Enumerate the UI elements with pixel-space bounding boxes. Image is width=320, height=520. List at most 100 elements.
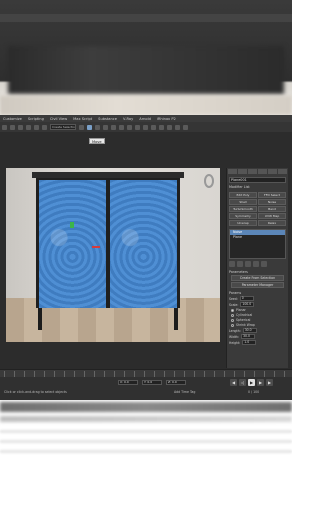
x-coordinate-field[interactable]: X: 0.0 — [118, 380, 138, 385]
mirror-icon[interactable] — [127, 124, 132, 130]
tab-utilities[interactable] — [278, 169, 287, 174]
blurred-line-1 — [0, 430, 292, 433]
radio-dot-spherical[interactable] — [231, 318, 234, 322]
tab-hierarchy[interactable] — [248, 169, 257, 174]
stack-item-plane[interactable]: Plane — [230, 235, 285, 240]
play-reverse-icon[interactable]: ◁ — [239, 379, 246, 386]
blurred-viewport-ghost — [8, 46, 284, 94]
blurred-bottom-strip — [0, 416, 292, 422]
tab-modify[interactable] — [238, 169, 247, 174]
make-unique-icon[interactable] — [245, 261, 251, 267]
modifier-button-uvw-map[interactable]: UVW Map — [258, 213, 286, 219]
blurred-background-top — [0, 0, 292, 115]
perspective-viewport[interactable] — [6, 168, 220, 342]
selection-filter-icon[interactable] — [42, 124, 47, 130]
stack-tools-row — [229, 261, 286, 267]
blurred-background-bottom — [0, 400, 292, 520]
move-gizmo-x-axis[interactable] — [92, 246, 100, 248]
modifier-list-dropdown[interactable]: Modifier List — [229, 185, 286, 190]
snap-icon[interactable] — [111, 124, 116, 130]
height-input[interactable]: 1.0 — [242, 340, 257, 345]
object-name-field[interactable]: Plane001 — [229, 177, 286, 183]
move-icon[interactable] — [87, 124, 92, 130]
move-tooltip: Move — [89, 138, 105, 144]
modifier-button-ffd-select[interactable]: FFD Select — [258, 192, 286, 198]
scale-input[interactable]: 100.0 — [240, 302, 255, 307]
status-line: Click or click-and-drag to select object… — [4, 390, 67, 394]
remove-modifier-icon[interactable] — [253, 261, 259, 267]
radio-dot-shrink-wrap[interactable] — [231, 323, 234, 327]
cabinet-door-right[interactable] — [110, 180, 177, 308]
menu-item-irhinox[interactable]: iRhinox P2 — [157, 117, 176, 121]
next-frame-icon[interactable]: ▶ — [257, 379, 264, 386]
menu-item-substance[interactable]: Substance — [98, 117, 117, 121]
length-input[interactable]: 30.0 — [242, 328, 257, 333]
render-frame-icon[interactable] — [175, 124, 180, 130]
curve-editor-icon[interactable] — [151, 124, 156, 130]
render-icon[interactable] — [183, 124, 188, 130]
render-setup-icon[interactable] — [167, 124, 172, 130]
undo-icon[interactable] — [2, 124, 7, 130]
seed-input[interactable]: 0 — [239, 296, 254, 301]
angle-snap-icon[interactable] — [119, 124, 124, 130]
create-from-selection-button[interactable]: Create From Selection — [231, 275, 284, 281]
menu-item-vray[interactable]: V-Ray — [123, 117, 133, 121]
rotate-icon[interactable] — [95, 124, 100, 130]
scale-label: Scale: — [229, 302, 239, 307]
move-gizmo-y-axis[interactable] — [70, 222, 74, 228]
play-icon[interactable]: ▶ — [248, 379, 255, 386]
radio-dot-planar[interactable] — [231, 308, 234, 312]
material-editor-icon[interactable] — [159, 124, 164, 130]
blurred-floor-ghost — [0, 96, 292, 115]
show-end-result-icon[interactable] — [237, 261, 243, 267]
bind-space-warp-icon[interactable] — [34, 124, 39, 130]
modifier-button-bend[interactable]: Bend — [258, 206, 286, 212]
cabinet-door-left[interactable] — [39, 180, 106, 308]
width-input[interactable]: 30.0 — [241, 334, 256, 339]
tab-motion[interactable] — [258, 169, 267, 174]
modifier-button-unwrap[interactable]: Unwrap — [229, 220, 257, 226]
add-time-tag[interactable]: Add Time Tag — [174, 390, 195, 394]
scale-icon[interactable] — [103, 124, 108, 130]
unlink-icon[interactable] — [26, 124, 31, 130]
previous-frame-icon[interactable]: ◀ — [230, 379, 237, 386]
configure-sets-icon[interactable] — [261, 261, 267, 267]
selection-set-dropdown[interactable]: Create Selection Se — [50, 124, 76, 130]
menu-item-scripting[interactable]: Scripting — [28, 117, 44, 121]
tab-display[interactable] — [268, 169, 277, 174]
modifier-button-noise[interactable]: Noise — [258, 199, 286, 205]
align-icon[interactable] — [135, 124, 140, 130]
modifier-button-symmetry[interactable]: Symmetry — [229, 213, 257, 219]
parameter-manager-button[interactable]: Parameter Manager — [231, 282, 284, 288]
menu-item-civil-view[interactable]: Civil View — [50, 117, 67, 121]
params-rollout-title[interactable]: Params — [229, 291, 286, 295]
blurred-bottom-bar — [0, 402, 292, 412]
menu-item-arnold[interactable]: Arnold — [139, 117, 151, 121]
last-frame-icon[interactable]: ▶ — [266, 379, 273, 386]
radio-cylindrical[interactable]: Cylindrical — [231, 313, 284, 317]
parameters-rollout-title[interactable]: Parameters — [229, 270, 286, 274]
select-object-icon[interactable] — [79, 124, 84, 130]
layer-icon[interactable] — [143, 124, 148, 130]
pin-stack-icon[interactable] — [229, 261, 235, 267]
time-slider[interactable] — [0, 369, 292, 377]
radio-dot-cylindrical[interactable] — [231, 313, 234, 317]
seed-field: Seed: 0 — [229, 296, 286, 301]
modifier-button-turbosmooth[interactable]: TurboSmooth — [229, 206, 257, 212]
y-coordinate-field[interactable]: Y: 0.0 — [142, 380, 162, 385]
modifier-button-relax[interactable]: Relax — [258, 220, 286, 226]
menu-item-customize[interactable]: Customize — [3, 117, 22, 121]
seed-label: Seed: — [229, 296, 238, 301]
redo-icon[interactable] — [10, 124, 15, 130]
tab-create[interactable] — [228, 169, 237, 174]
menu-item-max-script[interactable]: Max Script — [73, 117, 92, 121]
link-icon[interactable] — [18, 124, 23, 130]
frame-counter: 0 / 100 — [248, 390, 260, 394]
radio-label-shrink-wrap: Shrink Wrap — [236, 323, 255, 327]
radio-spherical[interactable]: Spherical — [231, 318, 284, 322]
modifier-button-shell[interactable]: Shell — [229, 199, 257, 205]
radio-shrink-wrap[interactable]: Shrink Wrap — [231, 323, 284, 327]
z-coordinate-field[interactable]: Z: 0.0 — [166, 380, 186, 385]
radio-planar[interactable]: Planar — [231, 308, 284, 312]
modifier-button-edit-poly[interactable]: Edit Poly — [229, 192, 257, 198]
